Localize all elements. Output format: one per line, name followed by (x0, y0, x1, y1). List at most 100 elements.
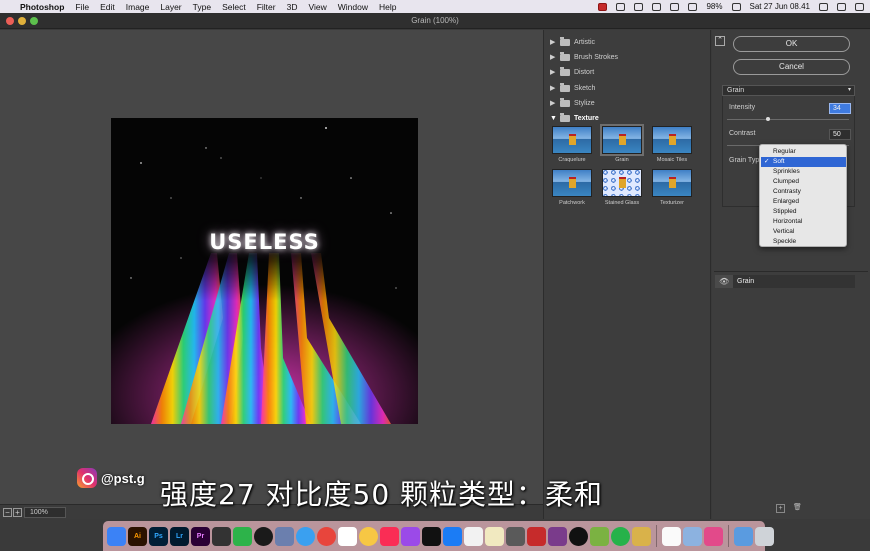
music-icon[interactable] (380, 526, 399, 546)
time-machine-icon[interactable] (652, 2, 662, 11)
quicktime-icon[interactable] (254, 526, 273, 546)
category-stylize[interactable]: ▶ Stylize (550, 96, 595, 110)
grain-type-option[interactable]: Contrasty (761, 187, 846, 197)
folder-icon (560, 82, 570, 92)
premiere-icon[interactable]: Pr (191, 526, 210, 546)
contrast-field[interactable]: 50 (829, 129, 851, 140)
document-icon[interactable] (662, 526, 681, 546)
photos-icon[interactable] (359, 526, 378, 546)
wechat-icon[interactable] (611, 526, 630, 546)
grain-type-option[interactable]: Sprinkles (761, 167, 846, 177)
battery-icon[interactable] (731, 2, 741, 11)
menu-view[interactable]: View (308, 2, 326, 12)
collapse-gallery-icon[interactable]: ⌃ (715, 36, 725, 46)
thumb-patchwork[interactable]: Patchwork (547, 169, 597, 213)
menu-layer[interactable]: Layer (160, 2, 181, 12)
app-store-icon[interactable] (443, 526, 462, 546)
checkmark-icon: ✓ (764, 158, 770, 165)
preview-area[interactable]: USELESS (0, 30, 543, 504)
notes-icon[interactable] (464, 526, 483, 546)
grain-type-option[interactable]: Vertical (761, 227, 846, 237)
camtasia-icon[interactable] (233, 526, 252, 546)
menu-help[interactable]: Help (379, 2, 396, 12)
filter-select[interactable]: Grain ▾ (722, 85, 855, 96)
category-label: Brush Strokes (574, 53, 618, 61)
category-label: Stylize (574, 99, 595, 107)
window-icon[interactable] (616, 2, 626, 11)
thumb-craquelure[interactable]: Craquelure (547, 126, 597, 170)
grain-type-option[interactable]: Enlarged (761, 197, 846, 207)
stickies-icon[interactable] (485, 526, 504, 546)
calendar-icon[interactable] (338, 526, 357, 546)
clock[interactable]: Sat 27 Jun 08.41 (750, 2, 811, 11)
category-distort[interactable]: ▶ Distort (550, 65, 594, 79)
ok-button[interactable]: OK (733, 36, 850, 52)
trash-can-icon[interactable] (755, 526, 774, 546)
volume-icon[interactable] (688, 2, 698, 11)
category-artistic[interactable]: ▶ Artistic (550, 35, 595, 49)
thumb-grain[interactable]: Grain (597, 124, 647, 170)
spotlight-icon[interactable] (819, 2, 828, 11)
preview-icon[interactable] (683, 526, 702, 546)
thumb-mosaic-tiles[interactable]: Mosaic Tiles (647, 126, 697, 170)
android-icon[interactable] (590, 526, 609, 546)
illustrator-icon[interactable]: Ai (128, 526, 147, 546)
lightroom-icon[interactable]: Lr (170, 526, 189, 546)
record-icon[interactable] (598, 2, 608, 11)
menu-window[interactable]: Window (338, 2, 368, 12)
new-effect-layer-button[interactable]: + (776, 504, 785, 513)
zoom-select[interactable]: 100% (24, 507, 66, 518)
davinci-icon[interactable] (527, 526, 546, 546)
thumb-label: Craquelure (558, 157, 586, 163)
intensity-field[interactable]: 34 (829, 103, 851, 114)
podcasts-icon[interactable] (401, 526, 420, 546)
artwork-text: USELESS (209, 230, 320, 254)
menu-image[interactable]: Image (126, 2, 150, 12)
grain-type-option[interactable]: Stippled (761, 207, 846, 217)
safari-icon[interactable] (296, 526, 315, 546)
effect-layer-row[interactable]: 👁 Grain (715, 275, 855, 288)
apple-tv-icon[interactable] (422, 526, 441, 546)
eye-icon[interactable]: 👁 (719, 275, 729, 288)
mail-icon[interactable] (275, 526, 294, 546)
imovie-icon[interactable] (212, 526, 231, 546)
category-brush-strokes[interactable]: ▶ Brush Strokes (550, 50, 618, 64)
category-texture[interactable]: ▼ Texture (550, 111, 599, 125)
folder-pink-icon[interactable] (704, 526, 723, 546)
chrome-icon[interactable] (317, 526, 336, 546)
intensity-slider[interactable] (727, 117, 849, 121)
trash-icon[interactable]: 🗑 (793, 504, 802, 513)
category-sketch[interactable]: ▶ Sketch (550, 81, 595, 95)
cancel-button[interactable]: Cancel (733, 59, 850, 75)
downloads-folder-icon[interactable] (734, 526, 753, 546)
finder-icon[interactable] (107, 526, 126, 546)
intensity-slider-thumb[interactable] (766, 117, 770, 121)
menu-type[interactable]: Type (193, 2, 211, 12)
grain-type-option[interactable]: Speckle (761, 237, 846, 247)
zoom-out-button[interactable]: − (3, 508, 12, 517)
grain-type-option[interactable]: Horizontal (761, 217, 846, 227)
photoshop-icon[interactable]: Ps (149, 526, 168, 546)
notification-center-icon[interactable] (855, 2, 864, 11)
grain-type-option-selected[interactable]: ✓ Soft (761, 157, 846, 167)
thumb-texturizer[interactable]: Texturizer (647, 169, 697, 213)
utility-icon[interactable] (632, 526, 651, 546)
menu-app-name[interactable]: Photoshop (20, 2, 64, 12)
obs-icon[interactable] (569, 526, 588, 546)
script-editor-icon[interactable] (506, 526, 525, 546)
menu-filter[interactable]: Filter (257, 2, 276, 12)
grain-type-option[interactable]: Regular (761, 147, 846, 157)
game-icon[interactable] (548, 526, 567, 546)
menu-select[interactable]: Select (222, 2, 246, 12)
grain-type-dropdown[interactable]: Regular ✓ Soft Sprinkles Clumped Contras… (759, 144, 847, 247)
menu-edit[interactable]: Edit (100, 2, 115, 12)
user-icon[interactable] (837, 2, 846, 11)
menu-file[interactable]: File (75, 2, 89, 12)
zoom-in-button[interactable]: + (13, 508, 22, 517)
grain-type-option[interactable]: Clumped (761, 177, 846, 187)
thumbnail-image (552, 169, 592, 197)
display-icon[interactable] (634, 2, 644, 11)
thumb-stained-glass[interactable]: Stained Glass (597, 169, 647, 213)
wifi-icon[interactable] (670, 2, 680, 11)
menu-3d[interactable]: 3D (287, 2, 298, 12)
